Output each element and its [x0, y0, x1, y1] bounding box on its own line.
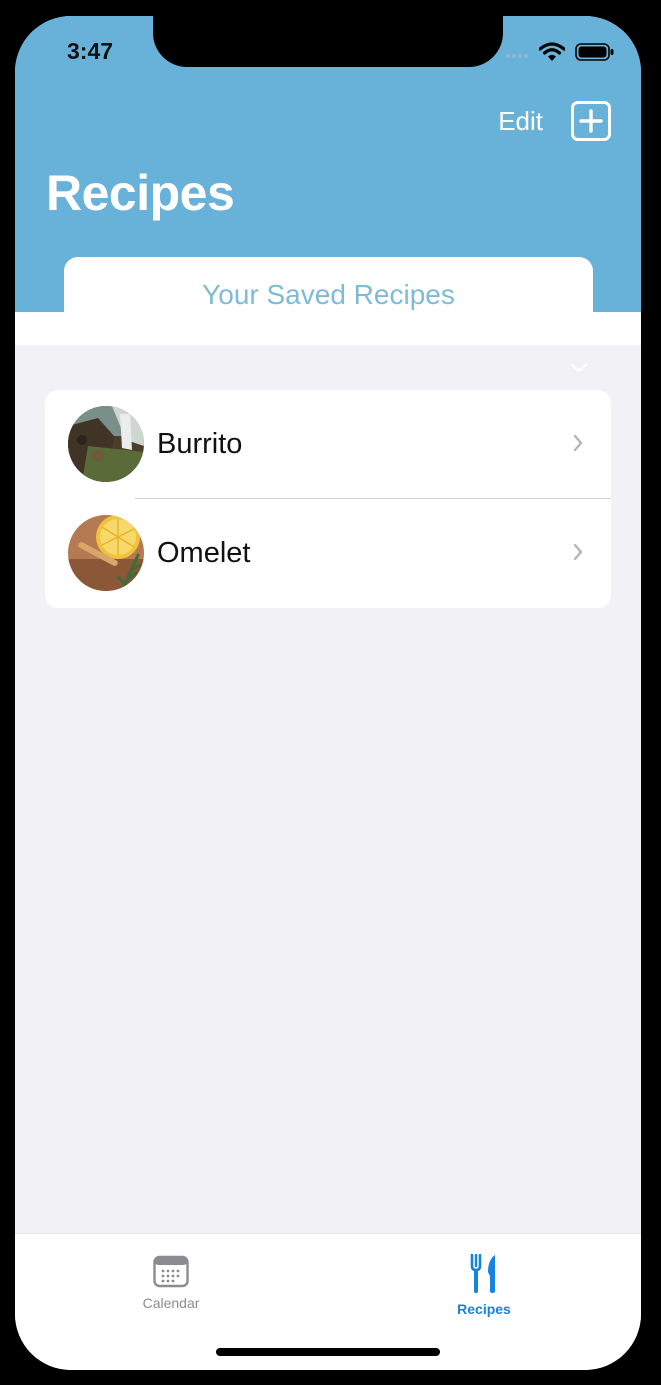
chevron-right-icon: [572, 542, 584, 567]
segment-bar: [15, 312, 641, 345]
tab-calendar[interactable]: Calendar: [101, 1254, 241, 1311]
app-screen: 3:47 Edit Recipes Your Saved Recipes Bur…: [15, 16, 641, 1370]
status-time: 3:47: [67, 38, 114, 64]
chevron-right-icon: [572, 433, 584, 458]
fork-knife-icon: [470, 1253, 495, 1293]
cellular-signal-icon: [505, 46, 529, 64]
list-item[interactable]: Omelet: [45, 499, 611, 608]
recipe-name: Omelet: [157, 537, 251, 569]
add-recipe-button[interactable]: [571, 101, 611, 141]
recipe-name: Burrito: [157, 428, 243, 460]
recipe-thumbnail: [68, 406, 144, 482]
tab-your-saved-recipes[interactable]: Your Saved Recipes: [64, 257, 593, 313]
page-title: Recipes: [46, 165, 235, 221]
list-item[interactable]: Burrito: [45, 390, 611, 499]
wifi-icon: [538, 42, 566, 67]
chevron-down-icon[interactable]: [570, 361, 588, 379]
plus-square-icon: [579, 109, 603, 133]
tab-recipes[interactable]: Recipes: [414, 1253, 554, 1317]
tab-label: Calendar: [142, 1295, 200, 1311]
tab-label: Recipes: [457, 1301, 511, 1317]
status-icons: [505, 42, 615, 67]
battery-icon: [575, 42, 615, 67]
edit-button[interactable]: Edit: [498, 106, 543, 137]
recipe-list: Burrito Omelet: [45, 390, 611, 608]
recipe-thumbnail: [68, 515, 144, 591]
device-notch: [153, 16, 503, 67]
device-frame: 3:47 Edit Recipes Your Saved Recipes Bur…: [0, 0, 661, 1385]
home-indicator[interactable]: [216, 1348, 440, 1356]
calendar-icon: [153, 1255, 189, 1288]
